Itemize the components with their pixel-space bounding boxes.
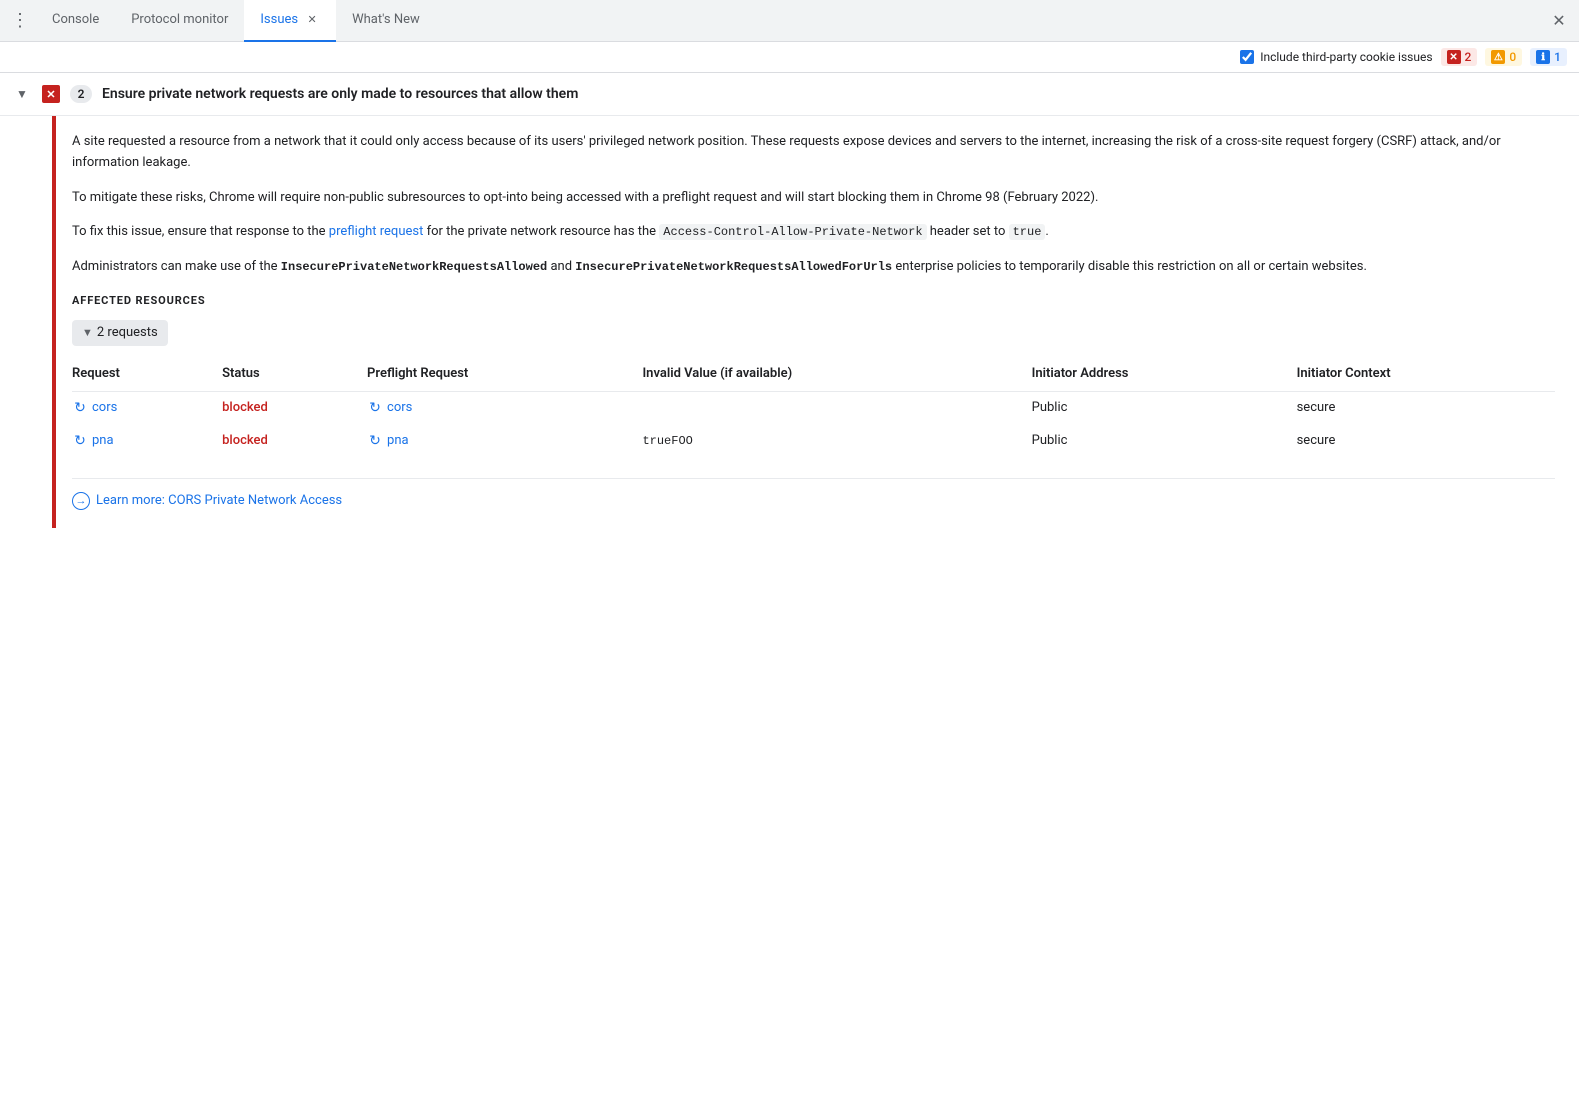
issue-description-2: To mitigate these risks, Chrome will req… (72, 188, 1555, 209)
tab-whats-new[interactable]: What's New (336, 0, 436, 42)
table-row: ↻ pna blocked ↻ pna (72, 425, 1555, 458)
learn-more-arrow-icon: → (72, 492, 90, 510)
issues-panel: ▼ ✕ 2 Ensure private network requests ar… (0, 73, 1579, 1093)
row2-request-name: pna (92, 431, 114, 452)
warning-badge[interactable]: ⚠ 0 (1485, 48, 1522, 66)
desc4-pre: Administrators can make use of the (72, 259, 281, 274)
col-request: Request (72, 358, 222, 391)
error-badge-icon: ✕ (1447, 50, 1461, 64)
warning-badge-icon: ⚠ (1491, 50, 1505, 64)
info-badge[interactable]: ℹ 1 (1530, 48, 1567, 66)
insecure-code1: InsecurePrivateNetworkRequestsAllowed (281, 260, 547, 274)
tab-whats-new-label: What's New (352, 12, 420, 27)
error-count: 2 (1465, 50, 1472, 64)
row1-status: blocked (222, 392, 367, 425)
issue-description-4: Administrators can make use of the Insec… (72, 257, 1555, 278)
row1-request-link[interactable]: ↻ cors (72, 398, 206, 419)
col-initiator-address: Initiator Address (1032, 358, 1297, 391)
issue-count-badge: 2 (70, 85, 92, 103)
preflight-request-link[interactable]: preflight request (329, 224, 424, 239)
info-badge-icon: ℹ (1536, 50, 1550, 64)
devtools-close-button[interactable]: ✕ (1547, 9, 1571, 33)
issue-error-icon: ✕ (42, 85, 60, 103)
requests-toggle[interactable]: ▼ 2 requests (72, 320, 168, 347)
table-row: ↻ cors blocked ↻ cors (72, 392, 1555, 425)
error-badge[interactable]: ✕ 2 (1441, 48, 1478, 66)
tab-issues-close-button[interactable]: ✕ (304, 12, 320, 28)
requests-count-label: 2 requests (97, 323, 158, 344)
row2-preflight-name: pna (387, 431, 409, 452)
resources-table: Request Status Preflight Request Invalid… (72, 358, 1555, 457)
tab-console[interactable]: Console (36, 0, 115, 42)
row2-initiator-context: secure (1297, 425, 1555, 458)
row1-preflight-icon: ↻ (367, 401, 383, 417)
row2-status: blocked (222, 425, 367, 458)
desc3-end: . (1045, 224, 1048, 239)
row1-status-text: blocked (222, 400, 268, 415)
row2-preflight-icon: ↻ (367, 433, 383, 449)
tab-console-label: Console (52, 12, 99, 27)
toolbar: Include third-party cookie issues ✕ 2 ⚠ … (0, 42, 1579, 73)
true-code: true (1009, 224, 1046, 240)
learn-more-text: Learn more: CORS Private Network Access (96, 491, 342, 512)
row2-preflight-link[interactable]: ↻ pna (367, 431, 626, 452)
issue-chevron-icon: ▼ (16, 87, 32, 101)
row1-request-name: cors (92, 398, 117, 419)
tab-issues-label: Issues (260, 12, 298, 27)
third-party-cookie-toggle[interactable]: Include third-party cookie issues (1240, 50, 1432, 64)
row1-preflight-link[interactable]: ↻ cors (367, 398, 626, 419)
warning-count: 0 (1509, 50, 1516, 64)
row1-initiator-context: secure (1297, 392, 1555, 425)
issue-description-1: A site requested a resource from a netwo… (72, 132, 1555, 174)
col-preflight: Preflight Request (367, 358, 642, 391)
info-count: 1 (1554, 50, 1561, 64)
issue-body: A site requested a resource from a netwo… (0, 116, 1579, 528)
row1-preflight: ↻ cors (367, 392, 642, 425)
affected-resources-label: AFFECTED RESOURCES (72, 292, 1555, 310)
tab-protocol-monitor[interactable]: Protocol monitor (115, 0, 244, 42)
learn-more-section: → Learn more: CORS Private Network Acces… (72, 478, 1555, 512)
row2-request-link[interactable]: ↻ pna (72, 431, 206, 452)
desc3-pre: To fix this issue, ensure that response … (72, 224, 329, 239)
table-header-row: Request Status Preflight Request Invalid… (72, 358, 1555, 391)
row1-request: ↻ cors (72, 392, 222, 425)
row2-preflight: ↻ pna (367, 425, 642, 458)
col-initiator-context: Initiator Context (1297, 358, 1555, 391)
tab-bar: ⋮ Console Protocol monitor Issues ✕ What… (0, 0, 1579, 42)
row1-preflight-name: cors (387, 398, 412, 419)
tab-protocol-monitor-label: Protocol monitor (131, 12, 228, 27)
row2-request: ↻ pna (72, 425, 222, 458)
learn-more-link[interactable]: → Learn more: CORS Private Network Acces… (72, 491, 1555, 512)
requests-chevron-icon: ▼ (82, 324, 93, 342)
row2-initiator-address: Public (1032, 425, 1297, 458)
issue-content: A site requested a resource from a netwo… (56, 116, 1579, 528)
row1-initiator-address: Public (1032, 392, 1297, 425)
row1-refresh-icon: ↻ (72, 401, 88, 417)
issue-header[interactable]: ▼ ✕ 2 Ensure private network requests ar… (0, 73, 1579, 116)
row2-status-text: blocked (222, 433, 268, 448)
tab-issues[interactable]: Issues ✕ (244, 0, 336, 42)
issue-description-3: To fix this issue, ensure that response … (72, 222, 1555, 243)
col-status: Status (222, 358, 367, 391)
third-party-cookie-label: Include third-party cookie issues (1260, 50, 1432, 64)
row2-invalid-value: trueFOO (642, 425, 1031, 458)
row1-invalid-value (642, 392, 1031, 425)
desc4-mid: and (547, 259, 575, 274)
access-control-code: Access-Control-Allow-Private-Network (659, 224, 926, 240)
desc4-post: enterprise policies to temporarily disab… (892, 259, 1367, 274)
insecure-code2: InsecurePrivateNetworkRequestsAllowedFor… (575, 260, 892, 274)
row2-invalid-code: trueFOO (642, 434, 692, 448)
col-invalid-value: Invalid Value (if available) (642, 358, 1031, 391)
row2-refresh-icon: ↻ (72, 433, 88, 449)
issue-title: Ensure private network requests are only… (102, 86, 578, 102)
desc3-mid: for the private network resource has the (423, 224, 659, 239)
third-party-cookie-checkbox[interactable] (1240, 50, 1254, 64)
more-tabs-button[interactable]: ⋮ (8, 9, 32, 33)
desc3-post: header set to (927, 224, 1009, 239)
